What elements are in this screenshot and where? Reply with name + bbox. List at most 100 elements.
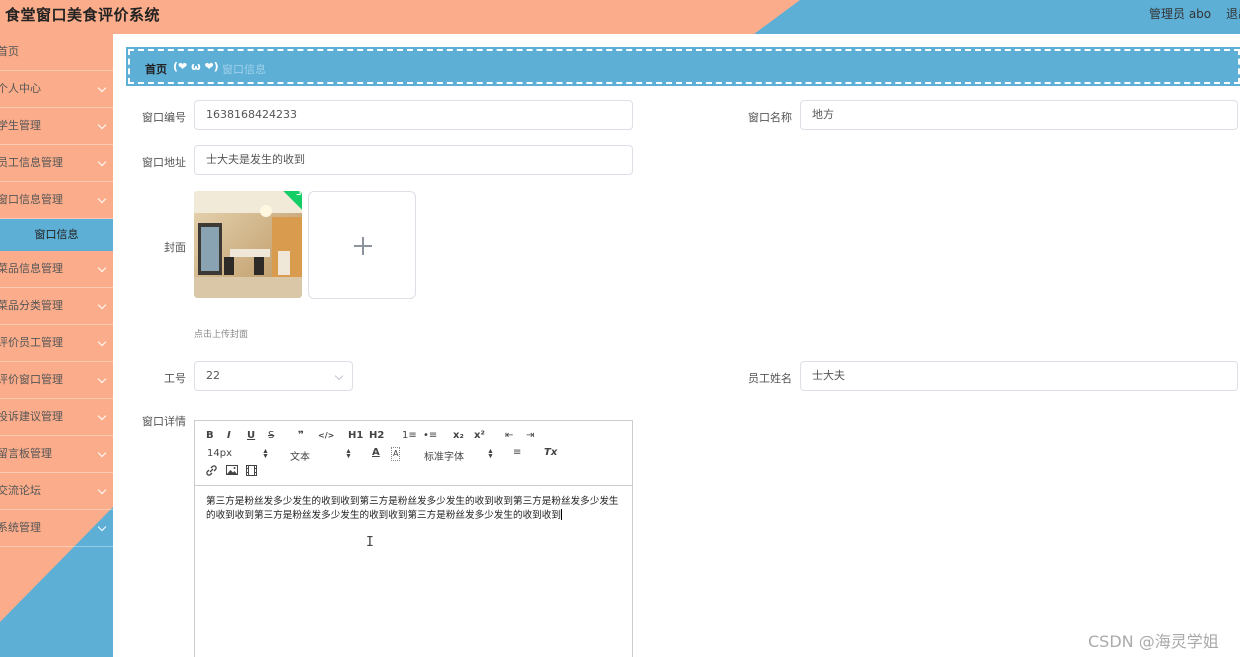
sidebar-item-label: 窗口信息管理 bbox=[0, 193, 63, 206]
chevron-down-icon bbox=[97, 300, 107, 310]
style-caret-icon: ▲ ▼ bbox=[345, 448, 352, 460]
window-addr-label: 窗口地址 bbox=[142, 156, 186, 169]
sidebar-item-label: 投诉建议管理 bbox=[0, 410, 63, 423]
sidebar-item-2[interactable]: 学生管理 bbox=[0, 108, 113, 145]
cover-photo bbox=[194, 191, 302, 298]
current-user: 管理员 abo bbox=[1149, 7, 1212, 21]
superscript-button[interactable]: x² bbox=[474, 430, 485, 442]
font-family-select[interactable]: 标准字体 bbox=[424, 448, 464, 463]
chevron-down-icon bbox=[97, 485, 107, 495]
window-no-input[interactable]: 1638168424233 bbox=[194, 100, 633, 130]
background-color-button[interactable]: A bbox=[391, 447, 401, 461]
sidebar-item-11[interactable]: 交流论坛 bbox=[0, 473, 113, 510]
cover-label: 封面 bbox=[164, 241, 186, 254]
sidebar-item-label: 评价窗口管理 bbox=[0, 373, 63, 386]
chevron-down-icon bbox=[97, 194, 107, 204]
sidebar-item-0[interactable]: 首页 bbox=[0, 34, 113, 71]
ordered-list-button[interactable]: 1≡ bbox=[402, 430, 417, 442]
sidebar: 首页个人中心学生管理员工信息管理窗口信息管理窗口信息菜品信息管理 菜品分类管理 评价… bbox=[0, 34, 113, 657]
code-button[interactable]: </> bbox=[318, 430, 334, 442]
cover-image[interactable] bbox=[194, 191, 302, 298]
detail-label: 窗口详情 bbox=[142, 415, 186, 428]
chevron-down-icon bbox=[97, 83, 107, 93]
staff-name-input[interactable]: 士大夫 bbox=[800, 361, 1238, 391]
h1-button[interactable]: H1 bbox=[348, 430, 363, 442]
chevron-down-icon bbox=[97, 337, 107, 347]
sidebar-item-3[interactable]: 员工信息管理 bbox=[0, 145, 113, 182]
window-addr-input[interactable]: 士大夫是发生的收到 bbox=[194, 145, 633, 175]
italic-button[interactable]: I bbox=[227, 430, 231, 442]
logout-link[interactable]: 退出 bbox=[1226, 5, 1240, 22]
window-name-label: 窗口名称 bbox=[748, 111, 792, 124]
link-icon[interactable] bbox=[206, 465, 217, 480]
chevron-down-icon bbox=[97, 120, 107, 130]
sidebar-subitem-active[interactable]: 窗口信息 bbox=[0, 219, 113, 251]
staff-name-label: 员工姓名 bbox=[748, 372, 792, 385]
sidebar-item-6[interactable]: 菜品分类管理 bbox=[0, 288, 113, 325]
font-caret-icon: ▲ ▼ bbox=[487, 448, 494, 460]
text-color-button[interactable]: A bbox=[372, 447, 380, 459]
size-caret-icon: ▲ ▼ bbox=[262, 448, 269, 460]
sidebar-item-label: 学生管理 bbox=[0, 119, 41, 132]
app-title: 食堂窗口美食评价系统 bbox=[5, 6, 161, 24]
window-no-label: 窗口编号 bbox=[142, 111, 186, 124]
sidebar-item-1[interactable]: 个人中心 bbox=[0, 71, 113, 108]
chevron-down-icon bbox=[97, 522, 107, 532]
sidebar-item-4[interactable]: 窗口信息管理 bbox=[0, 182, 113, 219]
outdent-button[interactable]: ⇤ bbox=[505, 430, 513, 442]
sidebar-item-label: 交流论坛 bbox=[0, 484, 41, 497]
sidebar-item-label: 首页 bbox=[0, 45, 19, 58]
sidebar-item-12[interactable]: 系统管理 bbox=[0, 510, 113, 547]
chevron-down-icon bbox=[97, 157, 107, 167]
sidebar-item-5[interactable]: 菜品信息管理 bbox=[0, 251, 113, 288]
plus-icon-vertical bbox=[362, 237, 364, 255]
sidebar-item-label: 个人中心 bbox=[0, 82, 41, 95]
editor-content[interactable]: 第三方是粉丝发多少发生的收到收到第三方是粉丝发多少发生的收到收到第三方是粉丝发多… bbox=[206, 495, 626, 523]
sidebar-item-label: 系统管理 bbox=[0, 521, 41, 534]
breadcrumb-home[interactable]: 首页 bbox=[145, 61, 167, 77]
sidebar-item-9[interactable]: 投诉建议管理 bbox=[0, 399, 113, 436]
editor-toolbar: B I U S ❞ </> H1 H2 1≡ •≡ x₂ x² ⇤ ⇥ 14px… bbox=[195, 421, 632, 486]
underline-button[interactable]: U bbox=[247, 430, 255, 442]
breadcrumb: 首页 (❤ ω ❤) 窗口信息 bbox=[126, 47, 1240, 86]
sidebar-item-label: 菜品分类管理 bbox=[0, 299, 63, 312]
text-cursor bbox=[560, 509, 562, 520]
sidebar-item-10[interactable]: 留言板管理 bbox=[0, 436, 113, 473]
window-name-input[interactable]: 地方 bbox=[800, 100, 1238, 130]
header-style-select[interactable]: 文本 bbox=[290, 448, 310, 463]
indent-button[interactable]: ⇥ bbox=[526, 430, 534, 442]
chevron-down-icon bbox=[97, 374, 107, 384]
image-icon[interactable] bbox=[226, 465, 238, 480]
editor-text: 第三方是粉丝发多少发生的收到收到第三方是粉丝发多少发生的收到收到第三方是粉丝发多… bbox=[206, 496, 619, 521]
ibeam-cursor-icon: I bbox=[366, 535, 374, 550]
upload-cover-button[interactable] bbox=[308, 191, 416, 299]
job-no-select[interactable]: 22 bbox=[194, 361, 353, 391]
chevron-down-icon bbox=[97, 448, 107, 458]
sidebar-item-label: 菜品信息管理 bbox=[0, 262, 63, 275]
chevron-down-icon bbox=[97, 263, 107, 273]
watermark: CSDN @海灵学姐 bbox=[1088, 632, 1219, 651]
strike-button[interactable]: S bbox=[268, 430, 274, 442]
upload-tip: 点击上传封面 bbox=[194, 330, 249, 340]
sidebar-item-7[interactable]: 评价员工管理 bbox=[0, 325, 113, 362]
header-background bbox=[0, 0, 1240, 34]
breadcrumb-emoji: (❤ ω ❤) bbox=[173, 60, 219, 73]
sidebar-item-label: 评价员工管理 bbox=[0, 336, 63, 349]
check-icon bbox=[296, 191, 301, 196]
subscript-button[interactable]: x₂ bbox=[453, 430, 464, 442]
chevron-down-icon bbox=[97, 411, 107, 421]
sidebar-item-8[interactable]: 评价窗口管理 bbox=[0, 362, 113, 399]
sidebar-item-label: 留言板管理 bbox=[0, 447, 52, 460]
video-icon[interactable] bbox=[246, 465, 257, 480]
bullet-list-button[interactable]: •≡ bbox=[423, 430, 437, 442]
job-no-value: 22 bbox=[206, 369, 220, 382]
top-header: 食堂窗口美食评价系统 管理员 abo 退出 bbox=[0, 0, 1240, 34]
font-size-select[interactable]: 14px bbox=[207, 448, 232, 459]
align-button[interactable]: ≡ bbox=[513, 447, 521, 459]
h2-button[interactable]: H2 bbox=[369, 430, 384, 442]
rich-text-editor: B I U S ❞ </> H1 H2 1≡ •≡ x₂ x² ⇤ ⇥ 14px… bbox=[194, 420, 633, 657]
bold-button[interactable]: B bbox=[206, 430, 214, 442]
clean-format-button[interactable]: Tx bbox=[544, 447, 557, 459]
quote-button[interactable]: ❞ bbox=[298, 430, 304, 442]
chevron-down-icon bbox=[334, 371, 344, 381]
